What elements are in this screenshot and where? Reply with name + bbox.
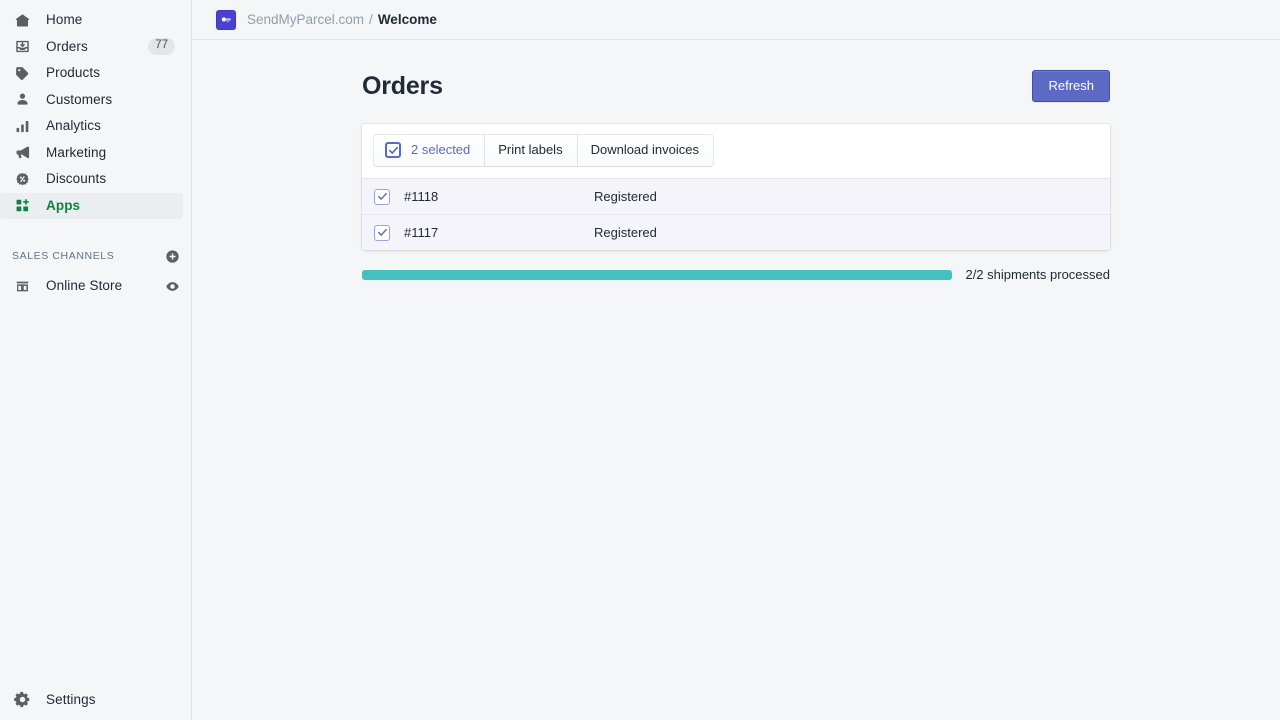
checkbox-checked-icon: [385, 142, 401, 158]
orders-badge: 77: [148, 38, 175, 55]
select-all-button[interactable]: 2 selected: [374, 135, 486, 166]
person-icon: [12, 90, 32, 110]
orders-card: 2 selected Print labels Download invoice…: [362, 124, 1110, 250]
row-order-number: #1118: [404, 189, 439, 204]
sidebar-nav: Home Orders 77 Products Customers Analyt…: [0, 0, 191, 219]
sidebar-item-label: Home: [46, 12, 83, 27]
topbar: SendMyParcel.com / Welcome: [192, 0, 1280, 40]
eye-icon[interactable]: [163, 277, 181, 295]
apps-grid-plus-icon: [12, 196, 32, 216]
sidebar-item-label: Apps: [46, 197, 81, 213]
breadcrumb-separator: /: [369, 12, 373, 27]
bar-chart-icon: [12, 116, 32, 136]
progress-bar-fill: [362, 269, 953, 280]
page-container: Orders Refresh 2 selected Print labels D…: [362, 40, 1110, 282]
sidebar-footer: Settings: [0, 687, 191, 720]
sidebar-item-analytics[interactable]: Analytics: [0, 113, 183, 139]
sidebar-item-label: Customers: [46, 91, 113, 107]
progress-bar: [362, 269, 953, 280]
sidebar: Home Orders 77 Products Customers Analyt…: [0, 0, 192, 720]
sidebar-item-home[interactable]: Home: [0, 7, 183, 33]
breadcrumb-app-name[interactable]: SendMyParcel.com: [247, 12, 364, 27]
bulk-actions-button-group: 2 selected Print labels Download invoice…: [374, 135, 713, 166]
row-checkbox-icon[interactable]: [374, 224, 390, 241]
progress-section: 2/2 shipments processed: [362, 267, 1110, 282]
sidebar-item-label: Settings: [46, 691, 96, 707]
progress-label: 2/2 shipments processed: [965, 267, 1110, 282]
row-status: Registered: [594, 189, 657, 204]
content-scroll: Orders Refresh 2 selected Print labels D…: [192, 40, 1280, 720]
sidebar-item-label: Products: [46, 65, 101, 80]
sidebar-item-apps[interactable]: Apps: [0, 192, 183, 219]
main-area: SendMyParcel.com / Welcome Orders Refres…: [192, 0, 1280, 720]
table-row[interactable]: #1118 Registered: [362, 178, 1110, 214]
sidebar-item-products[interactable]: Products: [0, 60, 183, 86]
print-labels-button[interactable]: Print labels: [485, 135, 578, 166]
row-checkbox-icon[interactable]: [374, 188, 390, 205]
sidebar-item-online-store[interactable]: Online Store: [0, 273, 191, 299]
table-row[interactable]: #1117 Registered: [362, 214, 1110, 250]
sidebar-item-label: Discounts: [46, 171, 107, 186]
sidebar-item-orders[interactable]: Orders 77: [0, 34, 183, 60]
gear-icon: [12, 690, 32, 710]
app-root: Home Orders 77 Products Customers Analyt…: [0, 0, 1280, 720]
row-order-number: #1117: [404, 225, 439, 240]
sidebar-item-label: Marketing: [46, 144, 107, 160]
sendmyparcel-app-icon: [216, 9, 236, 30]
sidebar-item-marketing[interactable]: Marketing: [0, 140, 183, 166]
storefront-icon: [12, 276, 32, 296]
selected-count-label: 2 selected: [411, 142, 471, 158]
megaphone-icon: [12, 143, 32, 163]
sales-channels-header: SALES CHANNELS: [0, 245, 191, 267]
sidebar-item-label: Orders: [46, 38, 88, 54]
sidebar-item-label: Analytics: [46, 118, 101, 133]
download-invoices-button[interactable]: Download invoices: [577, 135, 713, 166]
page-title: Orders: [362, 71, 443, 100]
card-toolbar: 2 selected Print labels Download invoice…: [362, 124, 1110, 178]
breadcrumb-current-page: Welcome: [377, 12, 437, 27]
sidebar-item-settings[interactable]: Settings: [0, 687, 183, 713]
row-status: Registered: [594, 225, 657, 240]
refresh-button[interactable]: Refresh: [1032, 69, 1110, 103]
orders-inbox-icon: [12, 37, 32, 57]
page-header: Orders Refresh: [362, 64, 1110, 108]
sidebar-item-customers[interactable]: Customers: [0, 87, 183, 113]
sidebar-item-discounts[interactable]: Discounts: [0, 166, 183, 192]
sales-channels-title: SALES CHANNELS: [12, 250, 115, 262]
tag-icon: [12, 63, 32, 83]
discount-percent-icon: [12, 169, 32, 189]
sidebar-item-label: Online Store: [46, 278, 123, 293]
home-icon: [12, 10, 32, 30]
plus-circle-icon[interactable]: [163, 247, 181, 265]
